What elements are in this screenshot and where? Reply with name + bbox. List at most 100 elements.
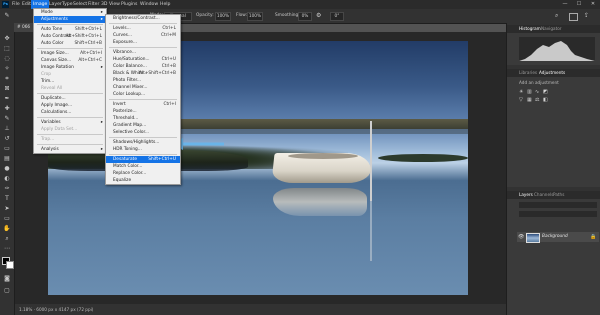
gradient-tool-icon[interactable]: ▤: [3, 155, 11, 163]
image-menu-item-calculations[interactable]: Calculations...: [34, 109, 106, 116]
adjustments-menu-item-hdr-toning[interactable]: HDR Toning...: [106, 146, 180, 153]
adjustments-menu-item-hue-saturation[interactable]: Hue/Saturation... Ctrl+U: [106, 56, 180, 63]
tab-layers[interactable]: Layers: [519, 191, 533, 199]
quick-mask-icon[interactable]: ◙: [3, 275, 11, 283]
menu-window[interactable]: Window: [140, 1, 158, 8]
levels-adjust-icon[interactable]: ▥: [527, 89, 532, 95]
lasso-tool-icon[interactable]: ◌: [3, 55, 11, 63]
menu-plugins[interactable]: Plugins: [121, 1, 137, 8]
hand-tool-icon[interactable]: ✋: [3, 225, 11, 233]
balance-adjust-icon[interactable]: ⚖: [535, 97, 539, 103]
share-icon[interactable]: ⇪: [584, 12, 589, 20]
adjustments-menu-item-photo-filter[interactable]: Photo Filter...: [106, 77, 180, 84]
workspace-icon[interactable]: [569, 13, 578, 21]
angle-input[interactable]: 0°: [330, 12, 344, 21]
minimize-button[interactable]: —: [558, 0, 572, 9]
brush-tool-preset-icon[interactable]: ✎: [3, 12, 11, 20]
bw-adjust-icon[interactable]: ◧: [543, 97, 548, 103]
history-brush-tool-icon[interactable]: ↺: [3, 135, 11, 143]
opacity-input[interactable]: 100%: [215, 12, 231, 21]
tab-navigator[interactable]: Navigator: [541, 25, 562, 33]
adjustments-menu-item-channel-mixer[interactable]: Channel Mixer...: [106, 84, 180, 91]
vibrance-adjust-icon[interactable]: ▽: [519, 97, 523, 103]
layer-row-background[interactable]: 👁 Background 🔒: [517, 232, 599, 243]
menu-select[interactable]: Select: [73, 1, 87, 8]
hue-adjust-icon[interactable]: ▦: [527, 97, 532, 103]
dodge-tool-icon[interactable]: ◐: [3, 175, 11, 183]
adjustments-menu-item-posterize[interactable]: Posterize...: [106, 108, 180, 115]
image-menu-item-image-rotation[interactable]: Image Rotation ▸: [34, 64, 106, 71]
image-menu-item-mode[interactable]: Mode ▸: [34, 9, 106, 16]
adjustments-menu-item-color-lookup[interactable]: Color Lookup...: [106, 91, 180, 98]
tab-channels[interactable]: Channels: [534, 191, 553, 199]
close-button[interactable]: ✕: [586, 0, 600, 9]
adjustments-menu-item-threshold[interactable]: Threshold...: [106, 115, 180, 122]
flow-input[interactable]: 100%: [247, 12, 263, 21]
move-tool-icon[interactable]: ✥: [3, 35, 11, 43]
smoothing-input[interactable]: 0%: [298, 12, 312, 21]
gear-icon[interactable]: ⚙: [316, 12, 321, 20]
screen-mode-icon[interactable]: ▢: [3, 287, 11, 295]
search-icon[interactable]: ⌕: [555, 12, 558, 20]
image-menu-item-auto-color[interactable]: Auto Color Shift+Ctrl+B: [34, 40, 106, 47]
healing-brush-tool-icon[interactable]: ✚: [3, 105, 11, 113]
image-menu-item-trim[interactable]: Trim...: [34, 78, 106, 85]
brightness-adjust-icon[interactable]: ☀: [519, 89, 523, 95]
blur-tool-icon[interactable]: ●: [3, 165, 11, 173]
frame-tool-icon[interactable]: ⊠: [3, 85, 11, 93]
quick-select-tool-icon[interactable]: ✧: [3, 65, 11, 73]
adjustments-menu-item-replace-color[interactable]: Replace Color...: [106, 170, 180, 177]
layer-filter-row[interactable]: [519, 202, 597, 208]
image-menu-item-auto-contrast[interactable]: Auto Contrast Alt+Shift+Ctrl+L: [34, 33, 106, 40]
brush-tool-icon[interactable]: ✎: [3, 115, 11, 123]
adjustments-menu-item-color-balance[interactable]: Color Balance... Ctrl+B: [106, 63, 180, 70]
zoom-tool-icon[interactable]: ⌕: [3, 235, 11, 243]
pen-tool-icon[interactable]: ✑: [3, 185, 11, 193]
tab-histogram[interactable]: Histogram: [519, 25, 541, 33]
visibility-eye-icon[interactable]: 👁: [518, 233, 524, 241]
image-menu-item-auto-tone[interactable]: Auto Tone Shift+Ctrl+L: [34, 26, 106, 33]
adjustments-menu-item-black-white[interactable]: Black & White... Alt+Shift+Ctrl+B: [106, 70, 180, 77]
adjustments-menu-item-invert[interactable]: Invert Ctrl+I: [106, 101, 180, 108]
crop-tool-icon[interactable]: ⌗: [3, 75, 11, 83]
more-tools-icon[interactable]: ⋯: [3, 245, 11, 253]
clone-stamp-tool-icon[interactable]: ⊥: [3, 125, 11, 133]
menu-type[interactable]: Type: [62, 1, 73, 8]
path-select-tool-icon[interactable]: ➤: [3, 205, 11, 213]
adjustments-menu-item-match-color[interactable]: Match Color...: [106, 163, 180, 170]
menu-3d[interactable]: 3D: [101, 1, 107, 8]
adjustments-menu-item-desaturate[interactable]: Desaturate Shift+Ctrl+U: [106, 156, 180, 163]
menu-edit[interactable]: Edit: [22, 1, 31, 8]
menu-layer[interactable]: Layer: [49, 1, 62, 8]
image-menu-item-duplicate[interactable]: Duplicate...: [34, 95, 106, 102]
shape-tool-icon[interactable]: ▭: [3, 215, 11, 223]
menu-view[interactable]: View: [109, 1, 120, 8]
menu-filter[interactable]: Filter: [88, 1, 99, 8]
blend-mode-row[interactable]: [519, 211, 597, 217]
image-menu-item-canvas-size[interactable]: Canvas Size... Alt+Ctrl+C: [34, 57, 106, 64]
adjustments-menu-item-shadows-highlights[interactable]: Shadows/Highlights...: [106, 139, 180, 146]
tab-adjustments[interactable]: Adjustments: [539, 69, 565, 77]
menu-help[interactable]: Help: [160, 1, 170, 8]
adjustments-menu-item-gradient-map[interactable]: Gradient Map...: [106, 122, 180, 129]
exposure-adjust-icon[interactable]: ◩: [543, 89, 548, 95]
adjustments-menu-item-curves[interactable]: Curves... Ctrl+M: [106, 32, 180, 39]
adjustments-menu-item-exposure[interactable]: Exposure...: [106, 39, 180, 46]
marquee-tool-icon[interactable]: ⬚: [3, 45, 11, 53]
background-color-swatch[interactable]: [6, 261, 14, 269]
adjustments-menu-item-selective-color[interactable]: Selective Color...: [106, 129, 180, 136]
menu-file[interactable]: File: [12, 1, 20, 8]
app-logo[interactable]: Ps: [2, 1, 9, 8]
tab-libraries[interactable]: Libraries: [519, 69, 537, 77]
eraser-tool-icon[interactable]: ▭: [3, 145, 11, 153]
image-menu-item-variables[interactable]: Variables ▸: [34, 119, 106, 126]
maximize-button[interactable]: ☐: [572, 0, 586, 9]
adjustments-menu-item-brightness-contrast[interactable]: Brightness/Contrast...: [106, 15, 180, 22]
image-menu-item-apply-image[interactable]: Apply Image...: [34, 102, 106, 109]
type-tool-icon[interactable]: T: [3, 195, 11, 203]
adjustments-menu-item-equalize[interactable]: Equalize: [106, 177, 180, 184]
adjustments-menu-item-vibrance[interactable]: Vibrance...: [106, 49, 180, 56]
curves-adjust-icon[interactable]: ∿: [535, 89, 539, 95]
image-menu-item-image-size[interactable]: Image Size... Alt+Ctrl+I: [34, 50, 106, 57]
image-menu-item-adjustments[interactable]: Adjustments ▸: [34, 16, 106, 23]
